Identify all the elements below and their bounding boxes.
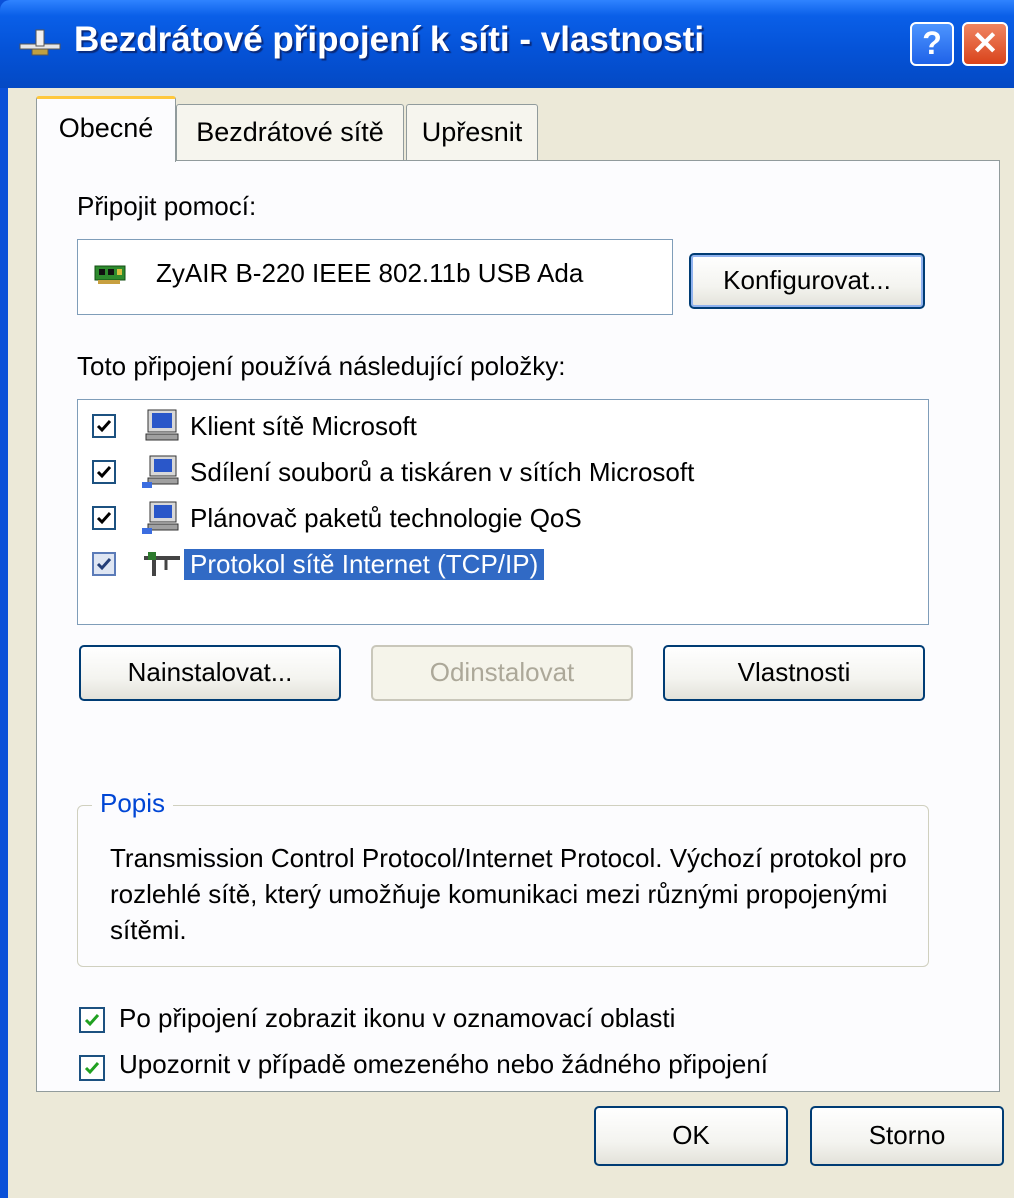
close-button[interactable]: ✕ xyxy=(962,22,1008,66)
connect-using-label: Připojit pomocí: xyxy=(77,191,257,221)
adapter-name: ZyAIR B-220 IEEE 802.11b USB Ada xyxy=(156,258,584,288)
properties-button[interactable]: Vlastnosti xyxy=(663,645,925,701)
help-button[interactable]: ? xyxy=(910,22,954,66)
title-bar[interactable]: Bezdrátové připojení k síti - vlastnosti… xyxy=(0,0,1014,88)
protocol-icon xyxy=(144,552,180,576)
tab-advanced[interactable]: Upřesnit xyxy=(406,104,538,160)
cancel-button[interactable]: Storno xyxy=(810,1106,1004,1166)
adapter-box: ZyAIR B-220 IEEE 802.11b USB Ada xyxy=(77,239,673,315)
items-label: Toto připojení používá následující polož… xyxy=(77,351,566,381)
network-service-icon xyxy=(142,501,179,534)
notify-label[interactable]: Upozornit v případě omezeného nebo žádné… xyxy=(119,1049,768,1080)
tab-general[interactable]: Obecné xyxy=(36,96,176,162)
show-icon-checkbox[interactable] xyxy=(79,1007,105,1033)
items-list[interactable]: Klient sítě Microsoft Sdílení souborů a … xyxy=(77,399,929,625)
properties-dialog: Bezdrátové připojení k síti - vlastnosti… xyxy=(0,0,1014,1198)
item-checkbox[interactable] xyxy=(92,506,116,530)
tab-wireless-networks[interactable]: Bezdrátové sítě xyxy=(176,104,404,160)
item-label: Klient sítě Microsoft xyxy=(190,411,417,441)
network-client-icon xyxy=(145,409,179,441)
item-label: Plánovač paketů technologie QoS xyxy=(190,503,582,533)
item-checkbox[interactable] xyxy=(92,552,116,576)
network-service-icon xyxy=(142,455,179,488)
description-legend: Popis xyxy=(92,788,174,819)
item-checkbox[interactable] xyxy=(92,460,116,484)
uninstall-button[interactable]: Odinstalovat xyxy=(371,645,633,701)
network-adapter-icon xyxy=(94,265,126,284)
description-text: Transmission Control Protocol/Internet P… xyxy=(110,843,907,945)
item-checkbox[interactable] xyxy=(92,414,116,438)
window-title: Bezdrátové připojení k síti - vlastnosti xyxy=(74,20,705,59)
description-group: Popis Transmission Control Protocol/Inte… xyxy=(77,788,929,967)
general-panel: Připojit pomocí: ZyAIR B-220 IEEE 802.11… xyxy=(36,160,1000,1092)
show-icon-label[interactable]: Po připojení zobrazit ikonu v oznamovací… xyxy=(119,1003,675,1034)
install-button[interactable]: Nainstalovat... xyxy=(79,645,341,701)
item-label: Sdílení souborů a tiskáren v sítích Micr… xyxy=(190,457,695,487)
network-connection-icon xyxy=(19,29,61,56)
item-label: Protokol sítě Internet (TCP/IP) xyxy=(184,549,545,580)
configure-button[interactable]: Konfigurovat... xyxy=(689,253,925,309)
notify-checkbox[interactable] xyxy=(79,1055,105,1081)
ok-button[interactable]: OK xyxy=(594,1106,788,1166)
dialog-client: Obecné Bezdrátové sítě Upřesnit Připojit… xyxy=(8,88,1014,1198)
